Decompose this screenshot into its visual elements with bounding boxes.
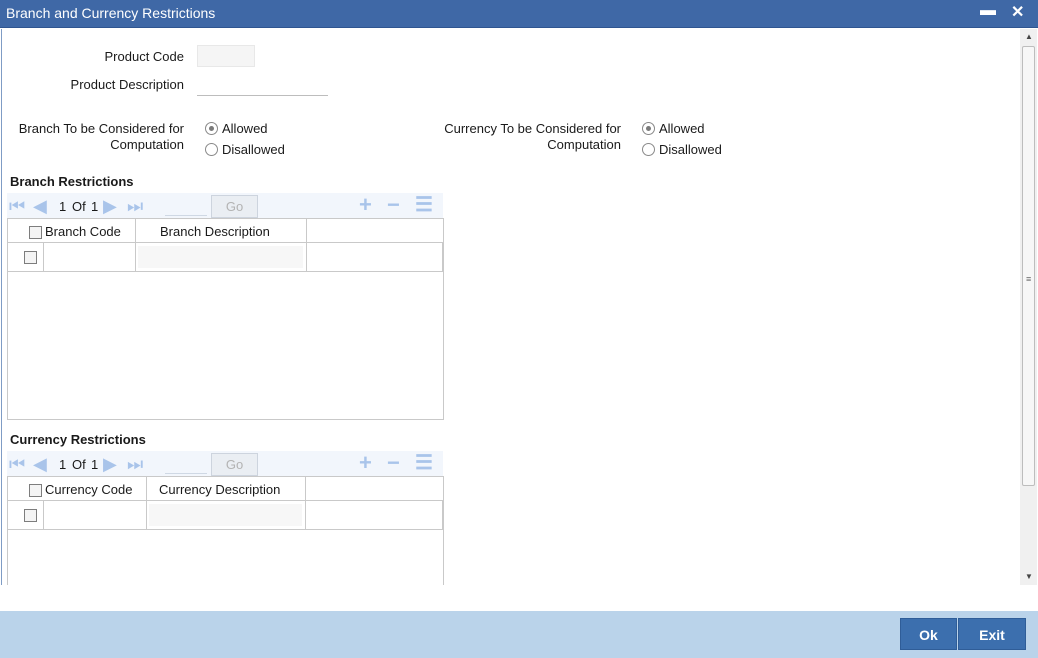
minimize-icon[interactable]: ▬: [980, 2, 996, 20]
branch-restrictions-title: Branch Restrictions: [10, 174, 134, 189]
branch-disallowed-radio[interactable]: Disallowed: [205, 142, 285, 157]
ok-button[interactable]: Ok: [900, 618, 957, 650]
branch-description-cell: [138, 246, 303, 268]
branch-disallowed-label: Disallowed: [222, 142, 285, 157]
window-title: Branch and Currency Restrictions: [6, 5, 216, 21]
branch-consider-label-line2: Computation: [110, 137, 184, 152]
currency-grid-toolbar: ⏮ ◀ 1 Of 1 ▶ ⏭ Go + − ☰: [7, 451, 443, 477]
pager-total: 1: [91, 457, 99, 472]
branch-grid-header: Branch Code Branch Description: [8, 219, 443, 243]
currency-restrictions-title: Currency Restrictions: [10, 432, 146, 447]
currency-grid-header: Currency Code Currency Description: [8, 477, 443, 501]
first-page-icon[interactable]: ⏮: [9, 454, 25, 474]
currency-description-cell: [149, 504, 302, 526]
currency-disallowed-radio[interactable]: Disallowed: [642, 142, 722, 157]
product-description-label: Product Description: [70, 77, 184, 92]
last-page-icon[interactable]: ⏭: [127, 454, 143, 474]
product-code-field[interactable]: [197, 45, 255, 67]
branch-code-header[interactable]: Branch Code: [45, 224, 121, 239]
currency-allowed-label: Allowed: [659, 121, 705, 136]
radio-selected-icon[interactable]: [205, 122, 218, 135]
select-all-checkbox[interactable]: [29, 226, 42, 239]
radio-unselected-icon[interactable]: [205, 143, 218, 156]
branch-allowed-label: Allowed: [222, 121, 268, 136]
go-button[interactable]: Go: [211, 453, 258, 476]
next-page-icon[interactable]: ▶: [103, 454, 117, 474]
add-row-icon[interactable]: +: [359, 452, 372, 474]
go-button[interactable]: Go: [211, 195, 258, 218]
product-description-field[interactable]: [197, 75, 328, 96]
currency-consider-label: Currency To be Considered for Computatio…: [422, 121, 621, 153]
pager-of: Of: [72, 457, 86, 472]
scroll-up-icon[interactable]: ▲: [1025, 32, 1033, 41]
row-checkbox[interactable]: [24, 509, 37, 522]
branch-description-header[interactable]: Branch Description: [160, 224, 270, 239]
last-page-icon[interactable]: ⏭: [127, 196, 143, 216]
product-code-label: Product Code: [104, 49, 185, 64]
scrollbar-thumb[interactable]: ≡: [1022, 46, 1035, 486]
page-number-input[interactable]: [165, 454, 207, 474]
close-icon[interactable]: ✕: [1011, 2, 1024, 22]
currency-consider-label-line2: Computation: [547, 137, 621, 152]
add-row-icon[interactable]: +: [359, 194, 372, 216]
form-content: Product Code Product Description Branch …: [1, 29, 1021, 585]
radio-unselected-icon[interactable]: [642, 143, 655, 156]
exit-button[interactable]: Exit: [958, 618, 1026, 650]
title-bar: Branch and Currency Restrictions ▬ ✕: [0, 0, 1038, 28]
first-page-icon[interactable]: ⏮: [9, 196, 25, 216]
pager-total: 1: [91, 199, 99, 214]
currency-consider-label-line1: Currency To be Considered for: [444, 121, 621, 136]
radio-selected-icon[interactable]: [642, 122, 655, 135]
branch-allowed-radio[interactable]: Allowed: [205, 121, 268, 136]
pager-current: 1: [59, 199, 67, 214]
delete-row-icon[interactable]: −: [387, 452, 400, 474]
branch-grid: Branch Code Branch Description: [7, 218, 444, 420]
pager-current: 1: [59, 457, 67, 472]
vertical-scrollbar[interactable]: ▲ ≡ ▼: [1020, 29, 1037, 585]
next-page-icon[interactable]: ▶: [103, 196, 117, 216]
previous-page-icon[interactable]: ◀: [33, 196, 47, 216]
previous-page-icon[interactable]: ◀: [33, 454, 47, 474]
footer-bar: Ok Exit: [0, 611, 1038, 658]
single-view-icon[interactable]: ☰: [415, 452, 433, 474]
row-checkbox[interactable]: [24, 251, 37, 264]
currency-grid: Currency Code Currency Description: [7, 476, 444, 585]
table-row[interactable]: [8, 501, 443, 530]
delete-row-icon[interactable]: −: [387, 194, 400, 216]
branch-consider-label: Branch To be Considered for Computation: [10, 121, 184, 153]
grip-icon: ≡: [1026, 274, 1032, 284]
single-view-icon[interactable]: ☰: [415, 194, 433, 216]
branch-grid-toolbar: ⏮ ◀ 1 Of 1 ▶ ⏭ Go + − ☰: [7, 193, 443, 219]
table-row[interactable]: [8, 243, 443, 272]
select-all-checkbox[interactable]: [29, 484, 42, 497]
currency-allowed-radio[interactable]: Allowed: [642, 121, 705, 136]
branch-consider-label-line1: Branch To be Considered for: [18, 121, 184, 136]
pager-of: Of: [72, 199, 86, 214]
currency-description-header[interactable]: Currency Description: [159, 482, 280, 497]
currency-disallowed-label: Disallowed: [659, 142, 722, 157]
currency-code-header[interactable]: Currency Code: [45, 482, 132, 497]
page-number-input[interactable]: [165, 196, 207, 216]
scroll-down-icon[interactable]: ▼: [1025, 572, 1033, 581]
